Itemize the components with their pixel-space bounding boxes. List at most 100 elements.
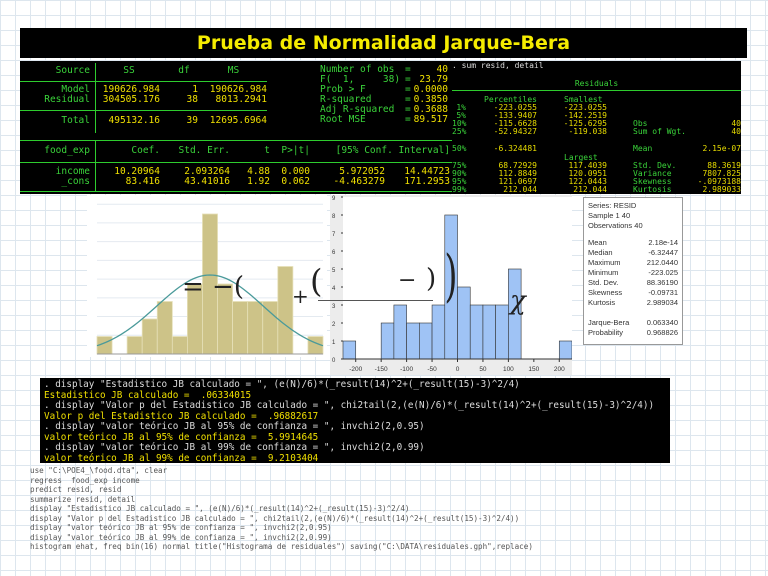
jb-value: 0.063340 xyxy=(646,318,678,327)
coef-header-cell: food_exp xyxy=(44,145,90,156)
histogram-bar xyxy=(419,322,433,360)
summarize-command: . sum resid, detail xyxy=(452,61,544,70)
extreme-value: 212.044 xyxy=(573,185,607,194)
y-tick-label: 5 xyxy=(332,268,336,274)
formula-equals: = −( xyxy=(182,272,244,302)
histogram-bar xyxy=(126,336,143,355)
display-command-line: . display "valor teórico JB al 95% de co… xyxy=(44,421,425,432)
stats-label: Mean xyxy=(588,238,607,247)
anova-cell: 38 xyxy=(186,94,198,105)
formula-big-paren: ) xyxy=(444,244,458,309)
histogram-bar xyxy=(262,301,279,355)
coef-header-cell: Std. Err. xyxy=(178,145,230,156)
stats-label: Median xyxy=(588,248,613,257)
display-output-panel: . display "Estadistico JB calculado = ",… xyxy=(40,378,670,463)
code-line: display "Estadistico JB calculado = ", (… xyxy=(30,504,410,513)
anova-cell: 12695.6964 xyxy=(209,115,267,126)
percentile-label: 50% xyxy=(452,144,467,153)
page-title: Prueba de Normalidad Jarque-Bera xyxy=(20,28,747,58)
y-tick-label: 2 xyxy=(332,322,336,328)
x-tick-label: 100 xyxy=(503,366,514,373)
regression-output-panel: Source SS df MS Model 190626.984 1 190626.984 Re… xyxy=(20,61,452,194)
y-tick-label: 7 xyxy=(332,232,336,238)
y-tick-label: 3 xyxy=(332,304,336,310)
stats-box: Series: RESID Sample 1 40 Observations 4… xyxy=(583,197,683,345)
histogram-bar xyxy=(469,304,484,360)
stats-label: Skewness xyxy=(588,288,623,297)
anova-cell: 304505.176 xyxy=(102,94,160,105)
coef-cell: 171.2953 xyxy=(404,176,450,187)
jb-label: Probability xyxy=(588,328,624,337)
stats-label: Std. Dev. xyxy=(588,278,619,287)
stat-value: 2.989033 xyxy=(702,185,741,194)
formula-chi: χ xyxy=(510,286,526,316)
anova-row-label: Residual xyxy=(44,94,90,105)
code-line: use "C:\POE4_\food.dta", clear xyxy=(30,466,168,475)
x-tick-label: -200 xyxy=(349,366,362,373)
histogram-bar xyxy=(156,301,173,355)
stats-label: Maximum xyxy=(588,258,621,267)
stats-value: -0.09731 xyxy=(648,288,678,297)
histogram-bar xyxy=(171,336,188,355)
coef-cell: -4.463279 xyxy=(333,176,385,187)
histogram-bar xyxy=(277,266,294,355)
anova-header-cell: MS xyxy=(227,65,240,76)
percentile-label: 99% xyxy=(452,185,467,194)
anova-header-cell: SS xyxy=(123,65,135,76)
code-line: display "Valor p del Estadistico JB calc… xyxy=(30,513,520,523)
histogram-bar xyxy=(457,286,471,360)
coef-cell: 1.92 xyxy=(247,176,270,187)
stats-sample: Sample 1 40 xyxy=(588,211,631,220)
stats-observations: Observations 40 xyxy=(588,221,643,230)
code-line: predict resid, resid xyxy=(30,485,122,494)
y-tick-label: 6 xyxy=(332,250,336,256)
histogram-bar xyxy=(141,318,158,355)
histogram-bar xyxy=(342,340,357,360)
histogram-bar xyxy=(482,304,496,360)
y-tick-label: 4 xyxy=(332,286,336,292)
formula-lparen: ( xyxy=(310,262,323,300)
stats-label: Minimum xyxy=(588,268,619,277)
code-line: histogram ehat, freq bin(16) normal titl… xyxy=(30,542,533,551)
code-line: summarize resid, detail xyxy=(30,494,136,504)
anova-cell: 495132.16 xyxy=(108,115,160,126)
histogram-bar xyxy=(558,340,573,360)
x-tick-label: -100 xyxy=(400,366,413,373)
anova-header-cell: Source xyxy=(55,65,90,76)
coef-header-cell: P>|t| xyxy=(281,145,310,156)
stats-value: 2.989034 xyxy=(646,298,678,307)
stat-label: Mean xyxy=(633,144,653,153)
y-tick-label: 8 xyxy=(332,214,336,220)
x-tick-label: 150 xyxy=(528,366,539,373)
formula-fraction-line xyxy=(318,300,433,301)
stat-value: 2.15e-07 xyxy=(702,144,741,153)
anova-cell: 39 xyxy=(186,115,198,126)
display-result-line: valor teórico JB al 99% de confianza = 9… xyxy=(44,452,319,464)
coef-header-cell: Coef. xyxy=(131,145,160,156)
percentile-value: 212.044 xyxy=(503,185,537,194)
anova-row-label: Total xyxy=(61,115,90,126)
stats-value: 212.0440 xyxy=(646,258,678,267)
fit-stat-eq: = xyxy=(405,114,411,125)
y-tick-label: 1 xyxy=(332,340,336,346)
anova-cell: 8013.2941 xyxy=(215,94,267,105)
histogram-bar xyxy=(431,304,446,360)
stats-series: Series: RESID xyxy=(588,201,637,210)
percentile-value: -6.324481 xyxy=(493,144,537,153)
percentile-value: -52.94327 xyxy=(493,127,537,136)
display-command-line: . display "valor teórico JB al 99% de co… xyxy=(44,442,425,453)
formula-minus: − xyxy=(398,268,417,293)
fit-stat-label: Root MSE xyxy=(320,114,366,125)
stats-value: -6.32447 xyxy=(648,248,678,257)
residuals-heading: Residuals xyxy=(574,79,619,88)
histogram-bar xyxy=(393,304,407,360)
code-line: display "valor teórico JB al 95% de conf… xyxy=(30,523,332,532)
code-line: display "valor teórico JB al 99% de conf… xyxy=(30,532,332,542)
coef-cell: 43.41016 xyxy=(184,176,230,187)
x-tick-label: 200 xyxy=(554,366,565,373)
coef-row-label: _cons xyxy=(61,176,90,187)
coef-header-cell: t xyxy=(264,145,270,156)
x-tick-label: -150 xyxy=(375,366,388,373)
display-command-line: . display "Valor p del Estadistico JB ca… xyxy=(44,400,655,411)
histogram-bar xyxy=(406,322,420,360)
